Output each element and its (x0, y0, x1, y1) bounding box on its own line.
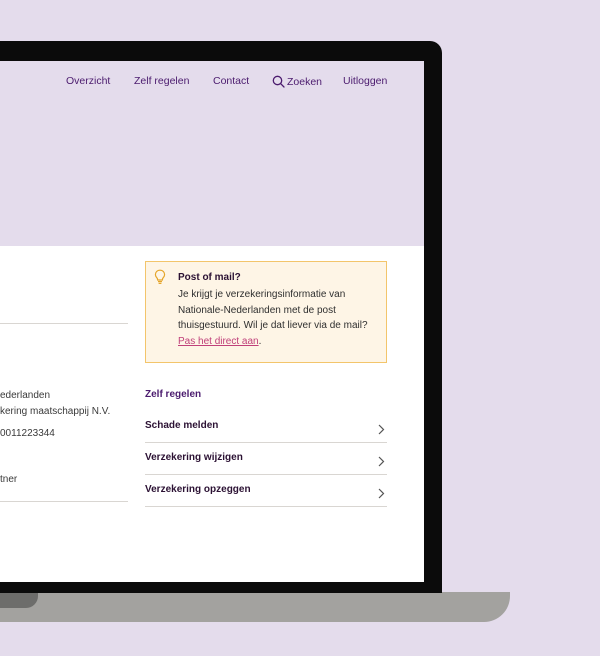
nav-overzicht[interactable]: Overzicht (66, 75, 110, 87)
search-icon (272, 75, 285, 88)
nav-zoeken[interactable]: Zoeken (272, 75, 322, 88)
left-divider-bottom (0, 501, 128, 502)
action-label: Verzekering opzeggen (145, 484, 251, 495)
action-verzekering-opzeggen[interactable]: Verzekering opzeggen (145, 475, 387, 507)
page-header: Overzicht Zelf regelen Contact Zoeken Ui… (0, 61, 424, 246)
chevron-right-icon (378, 484, 385, 503)
policy-insurer-line1: ederlanden (0, 390, 51, 401)
policy-number: 0011223344 (0, 428, 55, 439)
post-of-mail-notice: Post of mail? Je krijgt je verzekeringsi… (145, 261, 387, 363)
action-label: Verzekering wijzigen (145, 452, 243, 463)
chevron-right-icon (378, 420, 385, 439)
nav-uitloggen[interactable]: Uitloggen (343, 75, 387, 87)
action-verzekering-wijzigen[interactable]: Verzekering wijzigen (145, 443, 387, 475)
nav-zelf-regelen[interactable]: Zelf regelen (134, 75, 189, 87)
chevron-right-icon (378, 452, 385, 471)
laptop-base (0, 592, 510, 622)
notice-body-text: Je krijgt je verzekeringsinformatie van … (178, 289, 368, 331)
lightbulb-icon (154, 269, 166, 289)
notice-change-link[interactable]: Pas het direct aan (178, 336, 259, 347)
notice-body-end: . (258, 335, 262, 347)
zelf-regelen-heading: Zelf regelen (145, 389, 202, 400)
left-divider (0, 323, 128, 324)
action-label: Schade melden (145, 420, 219, 431)
laptop-screen: Overzicht Zelf regelen Contact Zoeken Ui… (0, 61, 424, 582)
notice-body: Je krijgt je verzekeringsinformatie van … (178, 287, 378, 349)
action-schade-melden[interactable]: Schade melden (145, 411, 387, 443)
nav-zoeken-label: Zoeken (287, 75, 323, 88)
nav-contact[interactable]: Contact (213, 75, 249, 87)
laptop-notch (0, 592, 38, 608)
notice-title: Post of mail? (178, 272, 241, 283)
policy-role: tner (0, 474, 18, 485)
policy-insurer-line2: kering maatschappij N.V. (0, 406, 111, 417)
